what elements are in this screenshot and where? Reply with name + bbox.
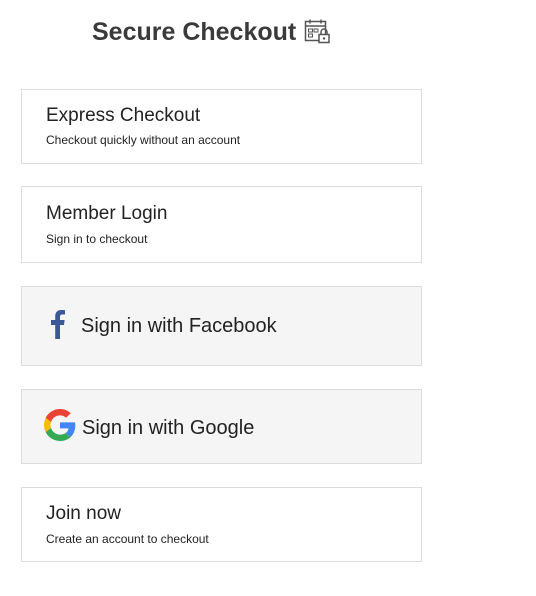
express-checkout-option[interactable]: Express Checkout Checkout quickly withou… xyxy=(21,89,422,164)
member-login-title: Member Login xyxy=(46,203,168,224)
calendar-lock-icon xyxy=(304,19,332,45)
facebook-icon xyxy=(48,307,66,339)
page-title: Secure Checkout xyxy=(92,17,332,47)
join-now-option[interactable]: Join now Create an account to checkout xyxy=(21,487,422,562)
google-signin-button[interactable]: Sign in with Google xyxy=(21,389,422,464)
express-checkout-title: Express Checkout xyxy=(46,105,201,126)
join-now-subtitle: Create an account to checkout xyxy=(46,532,209,546)
join-now-title: Join now xyxy=(46,503,121,524)
google-icon xyxy=(44,409,76,441)
facebook-signin-button[interactable]: Sign in with Facebook xyxy=(21,286,422,366)
facebook-signin-label: Sign in with Facebook xyxy=(81,315,277,337)
express-checkout-subtitle: Checkout quickly without an account xyxy=(46,133,241,147)
member-login-option[interactable]: Member Login Sign in to checkout xyxy=(21,186,422,263)
page-title-text: Secure Checkout xyxy=(92,17,297,46)
google-signin-label: Sign in with Google xyxy=(82,417,255,439)
member-login-subtitle: Sign in to checkout xyxy=(46,232,148,246)
